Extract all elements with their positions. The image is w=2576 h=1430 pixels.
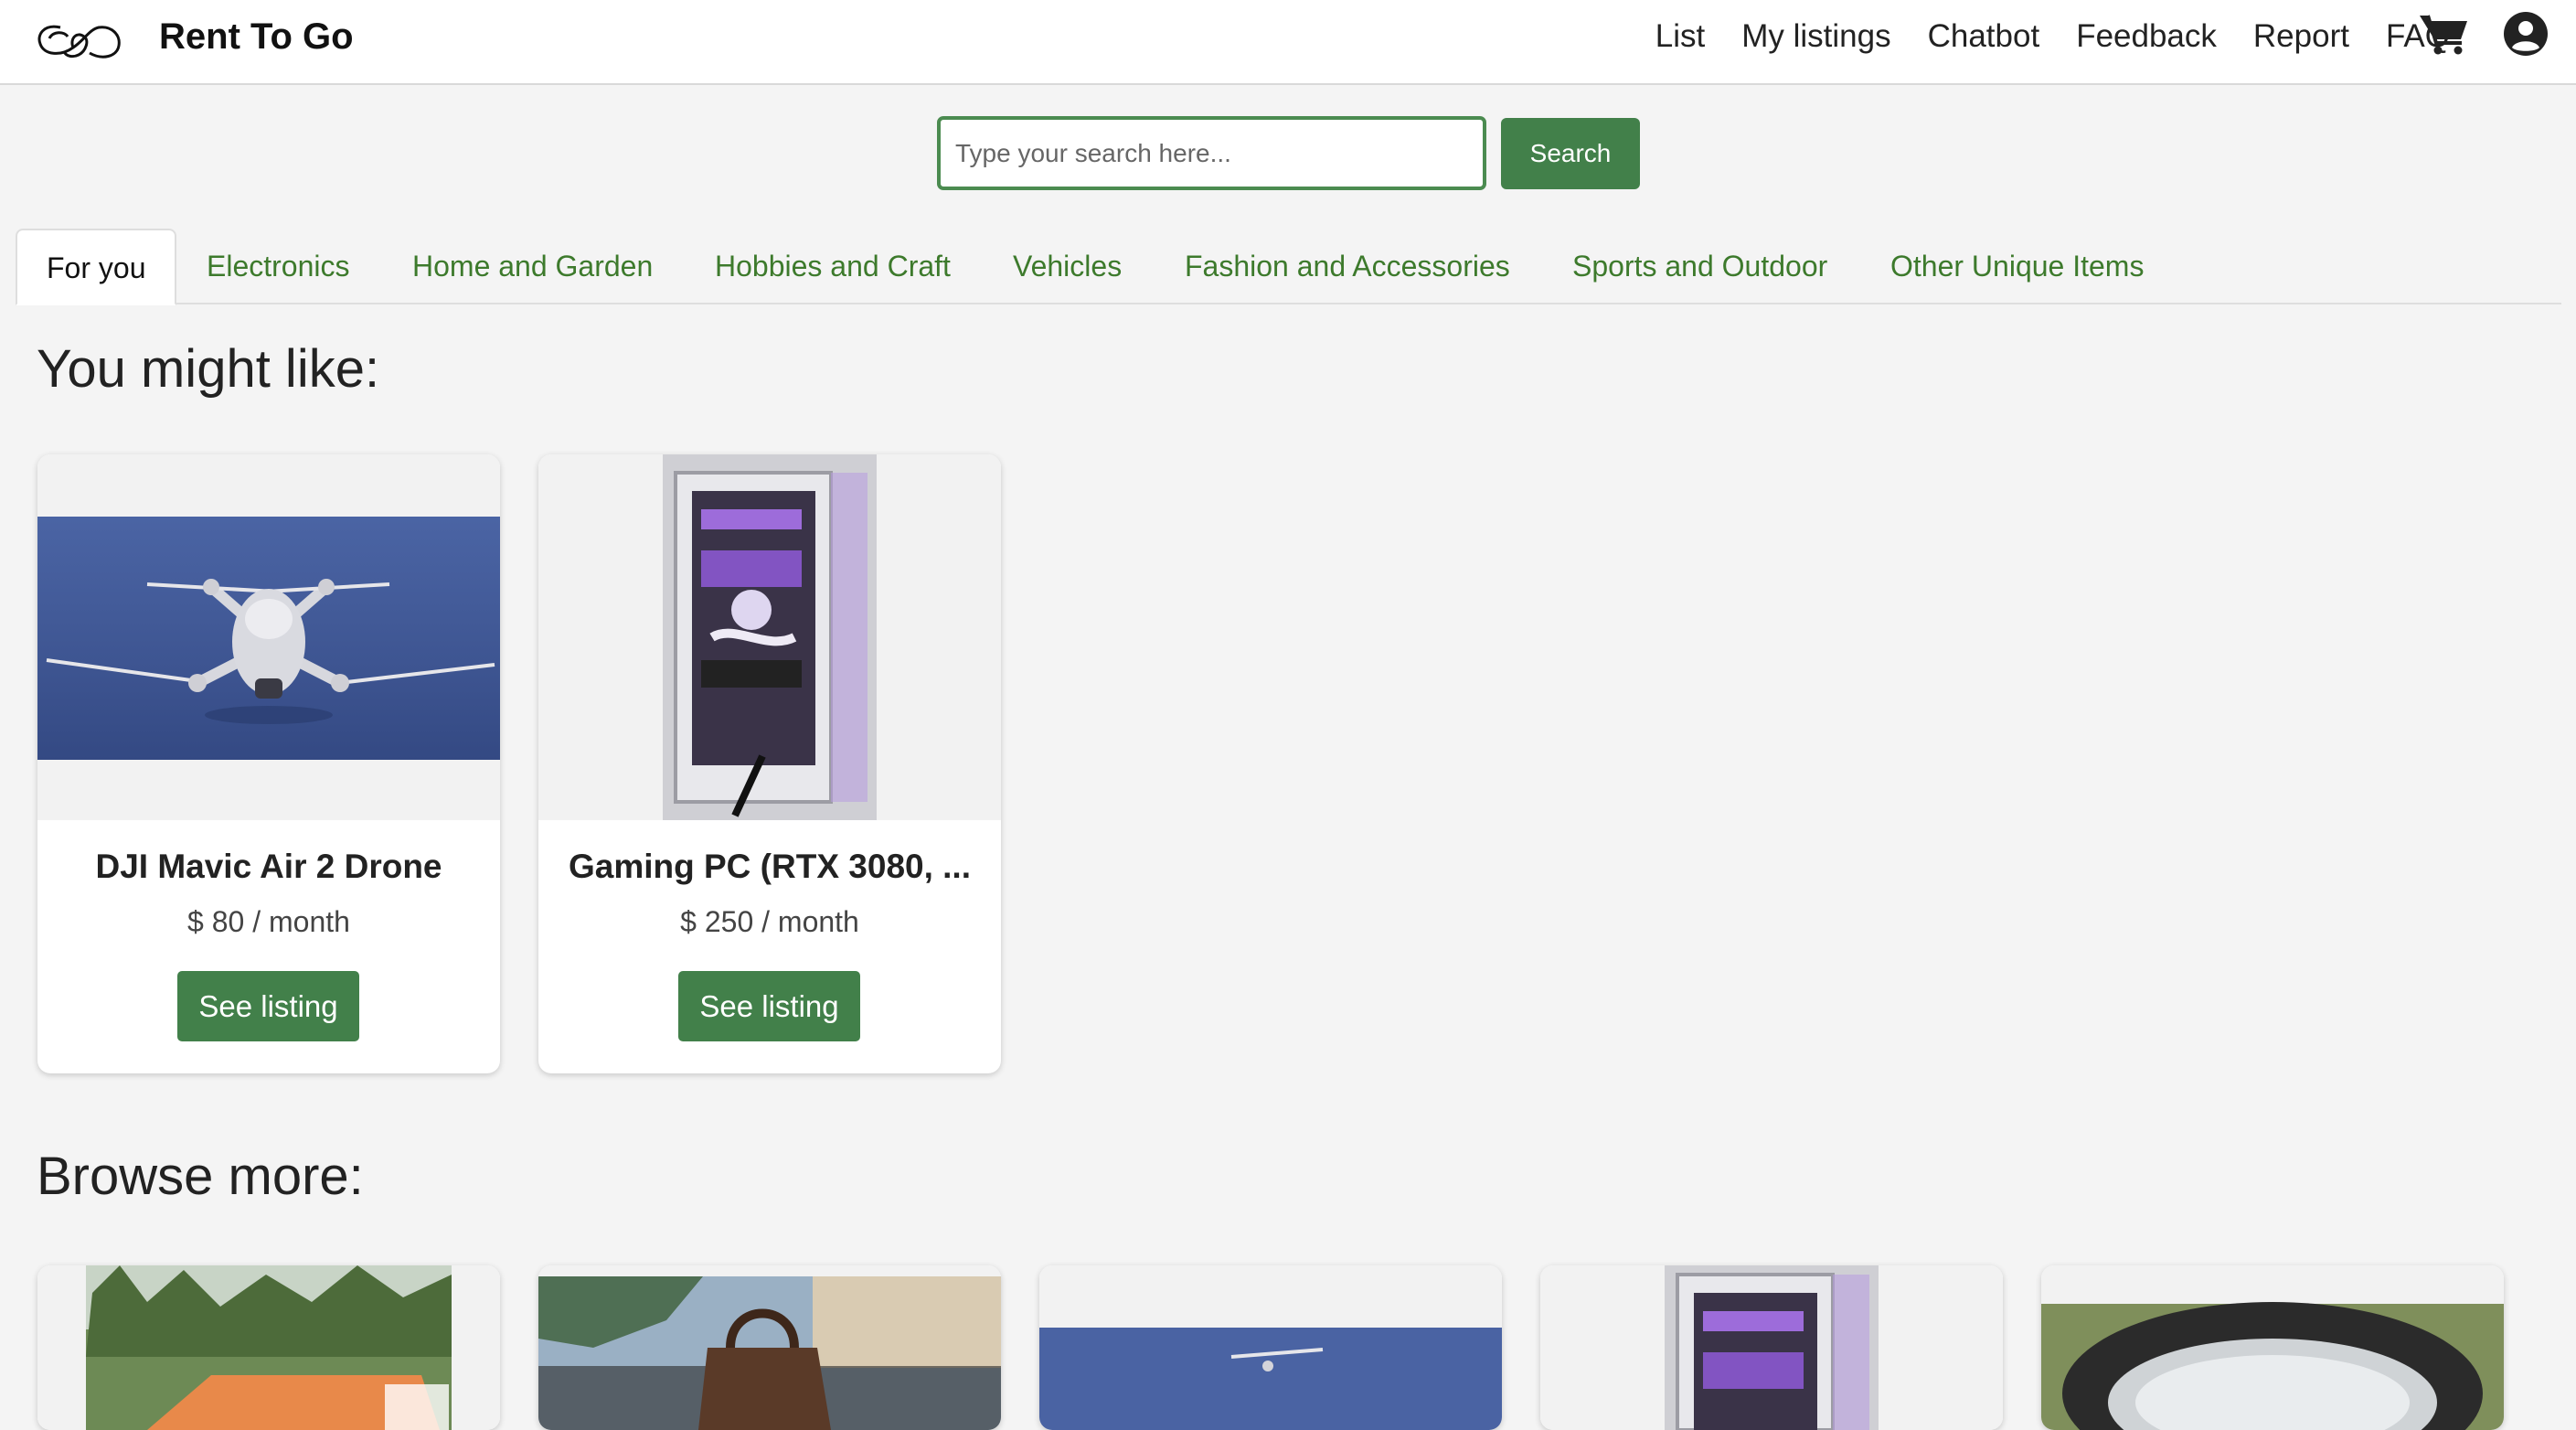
brand-name[interactable]: Rent To Go [159,13,354,60]
category-tabs: For you Electronics Home and Garden Hobb… [16,229,2561,305]
tab-sports-and-outdoor[interactable]: Sports and Outdoor [1572,229,1827,304]
listing-title: DJI Mavic Air 2 Drone [95,848,442,885]
browse-card[interactable] [37,1265,500,1430]
logo-icon[interactable] [33,16,126,64]
tab-home-and-garden[interactable]: Home and Garden [412,229,653,304]
recommended-heading: You might like: [37,339,380,399]
nav-links: List My listings Chatbot Feedback Report… [1655,13,2450,60]
see-listing-button[interactable]: See listing [678,971,860,1041]
top-navbar: Rent To Go List My listings Chatbot Feed… [0,0,2576,85]
hot-tub-image [2041,1265,2504,1430]
listing-image[interactable] [538,454,1001,820]
gaming-pc-image [1540,1265,2003,1430]
browse-heading: Browse more: [37,1147,364,1206]
tab-for-you[interactable]: For you [16,229,177,305]
listing-card[interactable]: Gaming PC (RTX 3080, ... $ 250 / month S… [538,454,1001,1073]
nav-chatbot[interactable]: Chatbot [1928,18,2040,55]
tab-hobbies-and-craft[interactable]: Hobbies and Craft [715,229,951,304]
cart-icon[interactable] [2418,12,2469,56]
listing-price: $ 80 / month [187,905,350,938]
gaming-pc-image [663,454,877,820]
search-button[interactable]: Search [1501,118,1640,189]
nav-list[interactable]: List [1655,18,1705,55]
browse-card[interactable] [1540,1265,2003,1430]
nav-feedback[interactable]: Feedback [2076,18,2217,55]
tab-electronics[interactable]: Electronics [207,229,350,304]
tent-image [37,1265,500,1430]
see-listing-button[interactable]: See listing [177,971,359,1041]
listing-title: Gaming PC (RTX 3080, ... [568,848,971,885]
tab-vehicles[interactable]: Vehicles [1013,229,1122,304]
browse-card[interactable] [538,1265,1001,1430]
browse-card[interactable] [2041,1265,2504,1430]
user-icon[interactable] [2503,11,2549,57]
drone-image [37,517,500,760]
browse-card[interactable] [1039,1265,1502,1430]
search-input[interactable] [937,116,1486,190]
listing-card[interactable]: DJI Mavic Air 2 Drone $ 80 / month See l… [37,454,500,1073]
nav-report[interactable]: Report [2253,18,2349,55]
handbag-image [538,1265,1001,1430]
nav-my-listings[interactable]: My listings [1741,18,1890,55]
tab-fashion-and-accessories[interactable]: Fashion and Accessories [1185,229,1510,304]
listing-price: $ 250 / month [680,905,859,938]
drone-image [1039,1265,1502,1430]
tab-other-unique-items[interactable]: Other Unique Items [1890,229,2144,304]
listing-image[interactable] [37,454,500,820]
